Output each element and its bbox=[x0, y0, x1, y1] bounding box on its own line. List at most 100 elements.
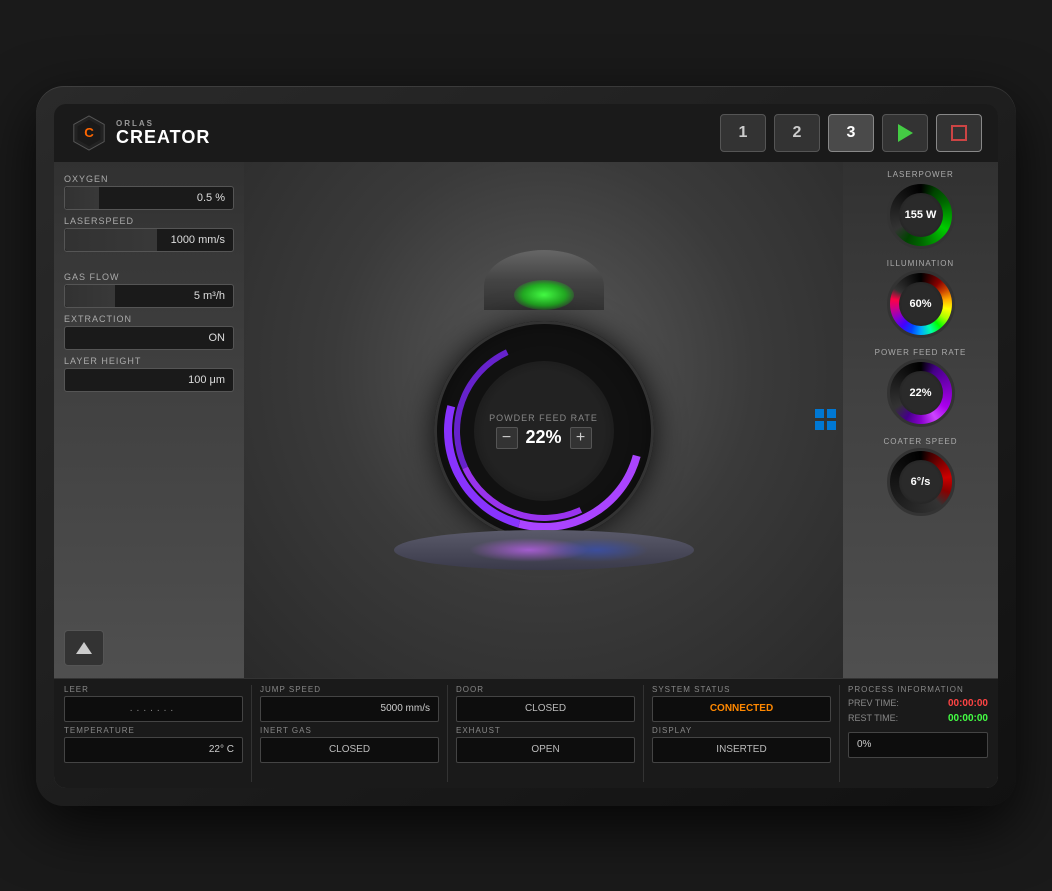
laserspeed-label: LASERSPEED bbox=[64, 216, 234, 226]
prevtime-value: 00:00:00 bbox=[948, 698, 988, 709]
powerfeedrate-inner: 22% bbox=[899, 371, 943, 415]
build-plate-surface bbox=[394, 530, 694, 570]
layerheight-field[interactable]: 100 μm bbox=[64, 368, 234, 392]
laser-head bbox=[484, 250, 604, 310]
powder-feed-label: POWDER FEED RATE bbox=[489, 413, 598, 423]
prevtime-row: PREV TIME: 00:00:00 bbox=[848, 698, 988, 709]
leer-label: LEER bbox=[64, 685, 243, 694]
resttime-value: 00:00:00 bbox=[948, 713, 988, 724]
leer-value: ....... bbox=[130, 703, 177, 714]
laserspeed-field[interactable]: 1000 mm/s bbox=[64, 228, 234, 252]
systemstatus-field[interactable]: CONNECTED bbox=[652, 696, 831, 722]
build-plate bbox=[394, 530, 694, 570]
powerfeedrate-value: 22% bbox=[909, 387, 931, 399]
layerheight-param: LAYER HEIGHT 100 μm bbox=[64, 356, 234, 392]
percent-value: 0% bbox=[857, 739, 871, 750]
oxygen-value: 0.5 % bbox=[197, 192, 225, 204]
temperature-field[interactable]: 22° C bbox=[64, 737, 243, 763]
status-group-3: DOOR CLOSED EXHAUST OPEN bbox=[456, 685, 635, 782]
gasflow-value: 5 m³/h bbox=[194, 290, 225, 302]
app-container: C ORLAS CREATOR 1 2 3 bbox=[54, 104, 998, 788]
display-field[interactable]: INSERTED bbox=[652, 737, 831, 763]
extraction-field[interactable]: ON bbox=[64, 326, 234, 350]
laser-glow-icon bbox=[514, 280, 574, 310]
inertgas-field[interactable]: CLOSED bbox=[260, 737, 439, 763]
layerheight-label: LAYER HEIGHT bbox=[64, 356, 234, 366]
leer-field[interactable]: ....... bbox=[64, 696, 243, 722]
logo-icon: C bbox=[70, 114, 108, 152]
jumpspeed-field[interactable]: 5000 mm/s bbox=[260, 696, 439, 722]
windows-logo bbox=[815, 409, 837, 431]
door-value: CLOSED bbox=[525, 703, 566, 714]
resttime-row: REST TIME: 00:00:00 bbox=[848, 713, 988, 724]
laser-head-body bbox=[484, 250, 604, 310]
stop-button[interactable] bbox=[936, 114, 982, 152]
layerheight-value: 100 μm bbox=[188, 374, 225, 386]
logo-creator: CREATOR bbox=[116, 128, 210, 146]
up-chevron-icon bbox=[76, 642, 92, 654]
percent-field[interactable]: 0% bbox=[848, 732, 988, 758]
play-icon bbox=[898, 124, 913, 142]
powder-minus-button[interactable]: − bbox=[496, 427, 518, 449]
exhaust-value: OPEN bbox=[531, 744, 559, 755]
status-group-1: LEER ....... TEMPERATURE 22° C bbox=[64, 685, 243, 782]
systemstatus-label: SYSTEM STATUS bbox=[652, 685, 831, 694]
resttime-label: REST TIME: bbox=[848, 713, 898, 723]
inertgas-label: INERT GAS bbox=[260, 726, 439, 735]
prevtime-label: PREV TIME: bbox=[848, 698, 899, 708]
tablet-screen: C ORLAS CREATOR 1 2 3 bbox=[54, 104, 998, 788]
extraction-label: EXTRACTION bbox=[64, 314, 234, 324]
tab-3[interactable]: 3 bbox=[828, 114, 874, 152]
powder-controls: − 22% + bbox=[496, 427, 592, 449]
laserpower-knob[interactable]: 155 W bbox=[887, 181, 955, 249]
door-label: DOOR bbox=[456, 685, 635, 694]
illumination-inner: 60% bbox=[899, 282, 943, 326]
logo-area: C ORLAS CREATOR bbox=[70, 114, 210, 152]
oxygen-label: OXYGEN bbox=[64, 174, 234, 184]
play-button[interactable] bbox=[882, 114, 928, 152]
status-group-2: JUMP SPEED 5000 mm/s INERT GAS CLOSED bbox=[260, 685, 439, 782]
process-title: PROCESS INFORMATION bbox=[848, 685, 988, 694]
blue-glow bbox=[544, 538, 649, 562]
door-item: DOOR CLOSED bbox=[456, 685, 635, 722]
left-panel: OXYGEN 0.5 % LASERSPEED 1000 mm/s bbox=[54, 162, 244, 678]
gasflow-label: GAS FLOW bbox=[64, 272, 234, 282]
temperature-item: TEMPERATURE 22° C bbox=[64, 726, 243, 763]
center-machine-area: POWDER FEED RATE − 22% + bbox=[244, 162, 843, 678]
nav-tabs: 1 2 3 bbox=[720, 114, 982, 152]
gasflow-field[interactable]: 5 m³/h bbox=[64, 284, 234, 308]
powerfeedrate-knob[interactable]: 22% bbox=[887, 359, 955, 427]
powder-feed-disk: POWDER FEED RATE − 22% + bbox=[434, 321, 654, 541]
logo-text: ORLAS CREATOR bbox=[116, 120, 210, 146]
oxygen-field[interactable]: 0.5 % bbox=[64, 186, 234, 210]
coaterspeed-knob[interactable]: 6°/s bbox=[887, 448, 955, 516]
exhaust-field[interactable]: OPEN bbox=[456, 737, 635, 763]
illumination-value: 60% bbox=[909, 298, 931, 310]
stop-icon bbox=[951, 125, 967, 141]
temperature-label: TEMPERATURE bbox=[64, 726, 243, 735]
win-quad-4 bbox=[827, 421, 836, 430]
powder-disk-inner: POWDER FEED RATE − 22% + bbox=[474, 361, 614, 501]
laserpower-value: 155 W bbox=[905, 209, 937, 221]
tab-2[interactable]: 2 bbox=[774, 114, 820, 152]
win-quad-2 bbox=[827, 409, 836, 418]
illumination-section: ILLUMINATION 60% bbox=[853, 259, 988, 338]
gasflow-param: GAS FLOW 5 m³/h bbox=[64, 272, 234, 308]
extraction-value: ON bbox=[209, 332, 226, 344]
door-field[interactable]: CLOSED bbox=[456, 696, 635, 722]
up-button[interactable] bbox=[64, 630, 104, 666]
powerfeedrate-section: POWER FEED RATE 22% bbox=[853, 348, 988, 427]
systemstatus-item: SYSTEM STATUS CONNECTED bbox=[652, 685, 831, 722]
powder-plus-button[interactable]: + bbox=[570, 427, 592, 449]
jumpspeed-label: JUMP SPEED bbox=[260, 685, 439, 694]
laserpower-section: LASERPOWER 155 W bbox=[853, 170, 988, 249]
coaterspeed-value: 6°/s bbox=[911, 476, 931, 488]
tab-1[interactable]: 1 bbox=[720, 114, 766, 152]
display-label: DISPLAY bbox=[652, 726, 831, 735]
win-quad-3 bbox=[815, 421, 824, 430]
main-content: OXYGEN 0.5 % LASERSPEED 1000 mm/s bbox=[54, 162, 998, 678]
exhaust-label: EXHAUST bbox=[456, 726, 635, 735]
status-bar: LEER ....... TEMPERATURE 22° C bbox=[54, 678, 998, 788]
coaterspeed-label: COATER SPEED bbox=[883, 437, 957, 446]
illumination-knob[interactable]: 60% bbox=[887, 270, 955, 338]
